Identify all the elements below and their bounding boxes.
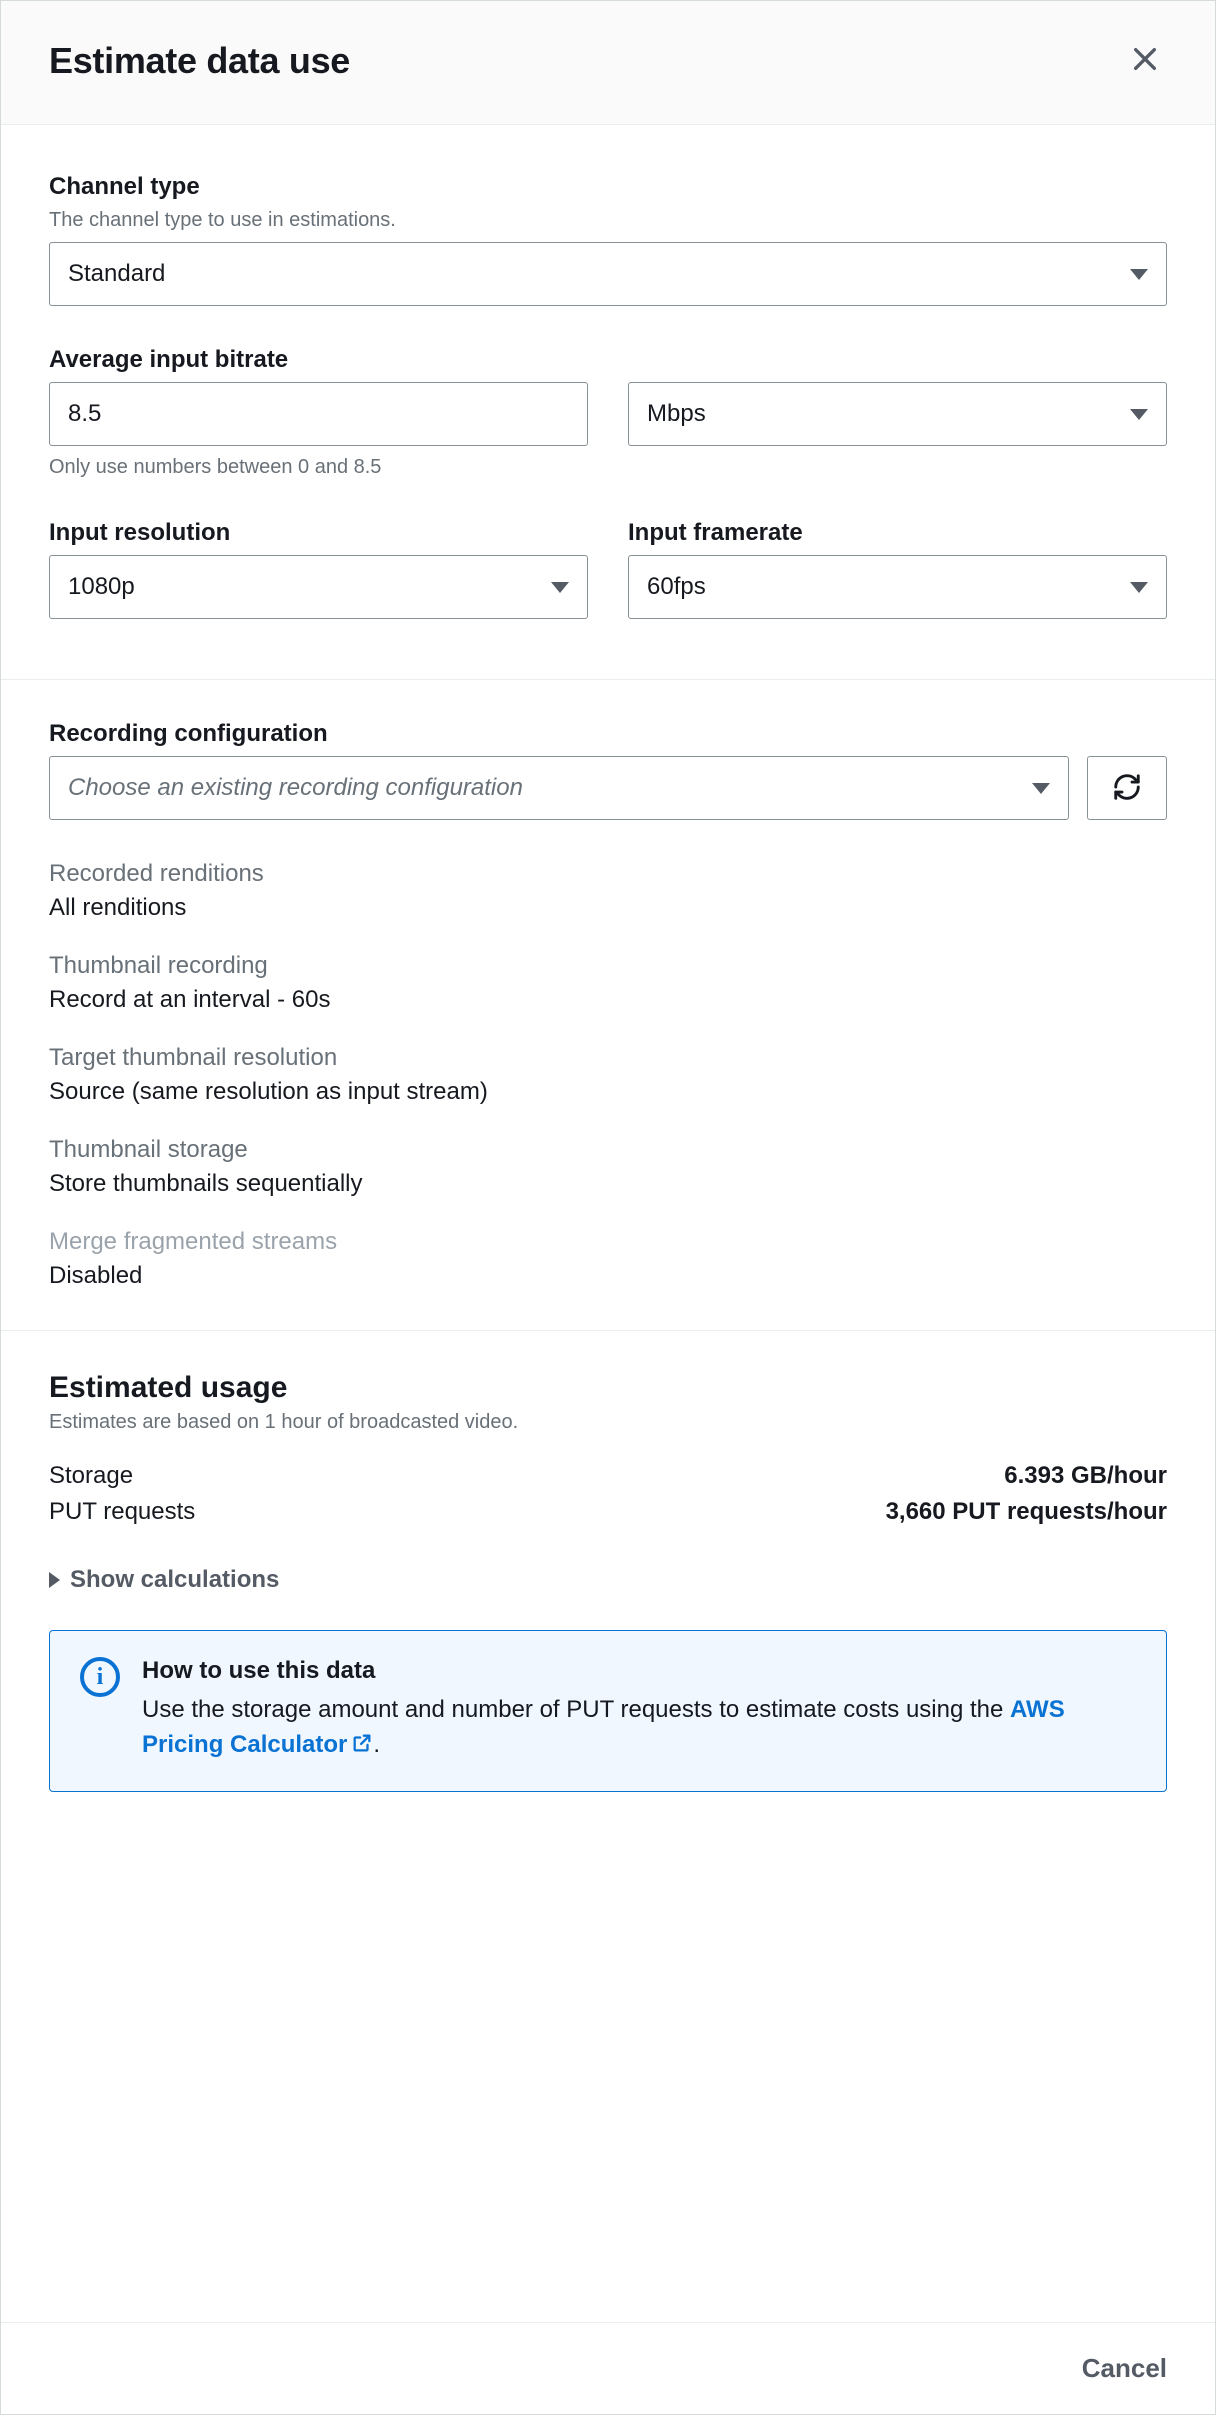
channel-type-select[interactable]: Standard <box>49 242 1167 306</box>
put-label: PUT requests <box>49 1498 195 1526</box>
recording-config-select[interactable]: Choose an existing recording configurati… <box>49 756 1069 820</box>
chevron-down-icon <box>1130 582 1148 593</box>
chevron-down-icon <box>1130 269 1148 280</box>
framerate-field: Input framerate 60fps <box>628 519 1167 619</box>
close-button[interactable] <box>1123 37 1167 84</box>
estimated-usage-section: Estimated usage Estimates are based on 1… <box>49 1371 1167 1792</box>
channel-type-field: Channel type The channel type to use in … <box>49 173 1167 306</box>
thumb-res-label: Target thumbnail resolution <box>49 1044 1167 1072</box>
show-calculations-label: Show calculations <box>70 1566 279 1594</box>
modal-footer: Cancel <box>1 2322 1215 2414</box>
show-calculations-toggle[interactable]: Show calculations <box>49 1566 279 1594</box>
resolution-label: Input resolution <box>49 519 588 547</box>
renditions-kv: Recorded renditions All renditions <box>49 860 1167 922</box>
refresh-button[interactable] <box>1087 756 1167 820</box>
external-link-icon <box>351 1730 373 1765</box>
modal-header: Estimate data use <box>1 1 1215 125</box>
estimate-data-use-modal: Estimate data use Channel type The chann… <box>0 0 1216 2415</box>
thumb-rec-value: Record at an interval - 60s <box>49 986 1167 1014</box>
renditions-value: All renditions <box>49 894 1167 922</box>
recording-config-field: Recording configuration Choose an existi… <box>49 720 1167 820</box>
divider <box>1 1330 1215 1331</box>
bitrate-unit-value: Mbps <box>647 400 706 428</box>
divider <box>1 679 1215 680</box>
framerate-label: Input framerate <box>628 519 1167 547</box>
recording-config-row: Choose an existing recording configurati… <box>49 756 1167 820</box>
refresh-icon <box>1112 772 1142 805</box>
bitrate-unit-select[interactable]: Mbps <box>628 382 1167 446</box>
chevron-down-icon <box>551 582 569 593</box>
thumb-rec-kv: Thumbnail recording Record at an interva… <box>49 952 1167 1014</box>
bitrate-note: Only use numbers between 0 and 8.5 <box>49 456 1167 479</box>
thumb-store-kv: Thumbnail storage Store thumbnails seque… <box>49 1136 1167 1198</box>
merge-label: Merge fragmented streams <box>49 1228 1167 1256</box>
estimated-usage-heading: Estimated usage <box>49 1371 1167 1405</box>
framerate-select[interactable]: 60fps <box>628 555 1167 619</box>
info-content: How to use this data Use the storage amo… <box>142 1657 1136 1765</box>
thumb-store-value: Store thumbnails sequentially <box>49 1170 1167 1198</box>
metrics: Storage 6.393 GB/hour PUT requests 3,660… <box>49 1462 1167 1526</box>
bitrate-row: Mbps <box>49 382 1167 446</box>
bitrate-input[interactable] <box>49 382 588 446</box>
chevron-down-icon <box>1130 409 1148 420</box>
chevron-right-icon <box>49 1572 60 1588</box>
recording-config-label: Recording configuration <box>49 720 1167 748</box>
resolution-value: 1080p <box>68 573 135 601</box>
info-icon: i <box>80 1657 120 1697</box>
channel-type-label: Channel type <box>49 173 1167 201</box>
resolution-select[interactable]: 1080p <box>49 555 588 619</box>
bitrate-label: Average input bitrate <box>49 346 1167 374</box>
put-row: PUT requests 3,660 PUT requests/hour <box>49 1498 1167 1526</box>
put-value: 3,660 PUT requests/hour <box>886 1498 1167 1526</box>
cancel-button[interactable]: Cancel <box>1082 2353 1167 2384</box>
info-body-post: . <box>373 1731 380 1758</box>
storage-row: Storage 6.393 GB/hour <box>49 1462 1167 1490</box>
info-title: How to use this data <box>142 1657 1136 1685</box>
renditions-label: Recorded renditions <box>49 860 1167 888</box>
chevron-down-icon <box>1032 783 1050 794</box>
resolution-field: Input resolution 1080p <box>49 519 588 619</box>
channel-type-value: Standard <box>68 260 165 288</box>
modal-title: Estimate data use <box>49 40 350 82</box>
merge-value: Disabled <box>49 1262 1167 1290</box>
thumb-res-value: Source (same resolution as input stream) <box>49 1078 1167 1106</box>
modal-body: Channel type The channel type to use in … <box>1 125 1215 2322</box>
info-box: i How to use this data Use the storage a… <box>49 1630 1167 1792</box>
thumb-res-kv: Target thumbnail resolution Source (same… <box>49 1044 1167 1106</box>
thumb-rec-label: Thumbnail recording <box>49 952 1167 980</box>
channel-type-hint: The channel type to use in estimations. <box>49 209 1167 232</box>
storage-label: Storage <box>49 1462 133 1490</box>
bitrate-field: Average input bitrate Mbps Only use numb… <box>49 346 1167 479</box>
estimated-usage-sub: Estimates are based on 1 hour of broadca… <box>49 1411 1167 1434</box>
storage-value: 6.393 GB/hour <box>1004 1462 1167 1490</box>
framerate-value: 60fps <box>647 573 706 601</box>
info-body-pre: Use the storage amount and number of PUT… <box>142 1696 1010 1723</box>
thumb-store-label: Thumbnail storage <box>49 1136 1167 1164</box>
res-fps-row: Input resolution 1080p Input framerate 6… <box>49 519 1167 659</box>
info-body: Use the storage amount and number of PUT… <box>142 1693 1136 1765</box>
merge-kv: Merge fragmented streams Disabled <box>49 1228 1167 1290</box>
close-icon <box>1129 63 1161 78</box>
recording-config-placeholder: Choose an existing recording configurati… <box>68 774 523 802</box>
